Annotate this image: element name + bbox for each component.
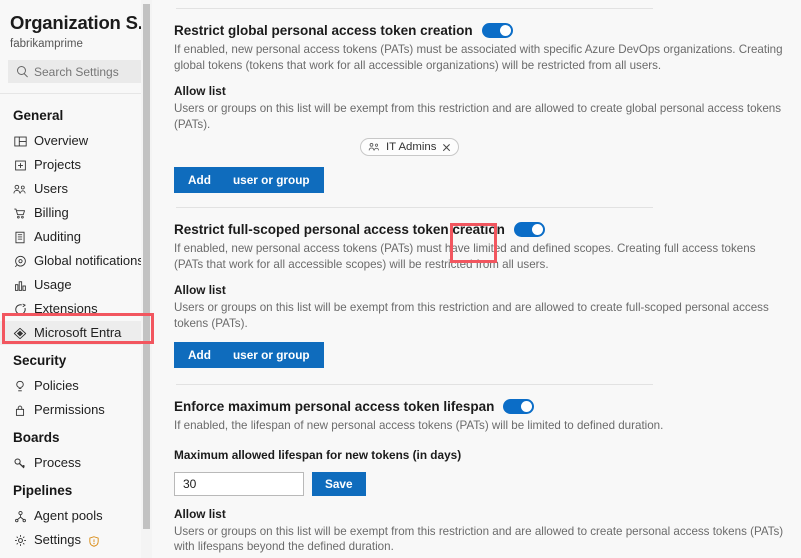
search-input[interactable]: Search Settings xyxy=(8,60,144,83)
toggle-knob xyxy=(521,401,533,412)
policies-shield-icon xyxy=(13,379,27,393)
setting-section-restrict-global-pat: Restrict global personal access token cr… xyxy=(174,9,801,193)
sidebar-header: Organization S... fabrikamprime xyxy=(0,0,152,51)
sidebar-item-settings[interactable]: Settings xyxy=(0,528,152,552)
organization-name: fabrikamprime xyxy=(10,38,83,50)
gear-icon xyxy=(13,533,27,547)
billing-cart-icon xyxy=(13,206,27,220)
group-icon xyxy=(368,142,380,152)
usage-chart-icon xyxy=(13,278,27,292)
sidebar-item-label: Users xyxy=(34,181,68,196)
add-button-secondary-label: user or group xyxy=(232,173,310,187)
warning-shield-badge xyxy=(89,535,99,547)
sidebar-item-label: Policies xyxy=(34,378,79,393)
restrict-global-pat-toggle[interactable] xyxy=(481,23,513,38)
add-button-primary-label: Add xyxy=(188,348,211,362)
close-icon[interactable] xyxy=(442,143,451,152)
main-content: Restrict global personal access token cr… xyxy=(152,0,801,558)
search-placeholder: Search Settings xyxy=(34,64,119,79)
sidebar-item-label: Microsoft Entra xyxy=(34,325,122,340)
setting-title: Restrict global personal access token cr… xyxy=(174,23,473,38)
add-user-or-group-button[interactable]: Add user or group xyxy=(174,342,324,368)
sidebar-item-usage[interactable]: Usage xyxy=(0,273,152,297)
sidebar-nav: General Overview Projects Users Billing … xyxy=(0,94,152,552)
lifespan-field-label: Maximum allowed lifespan for new tokens … xyxy=(174,447,462,462)
setting-description: If enabled, new personal access tokens (… xyxy=(174,242,756,271)
sidebar-group-pipelines: Pipelines xyxy=(13,483,73,498)
allow-list-chip[interactable]: IT Admins xyxy=(360,138,460,156)
search-icon xyxy=(17,66,28,77)
allow-list-chips: IT Admins xyxy=(174,138,801,156)
sidebar-scrollbar[interactable] xyxy=(141,0,152,558)
setting-section-restrict-full-scoped-pat: Restrict full-scoped personal access tok… xyxy=(174,208,801,368)
entra-diamond-icon xyxy=(13,326,27,340)
sidebar-item-microsoft-entra[interactable]: Microsoft Entra xyxy=(0,321,152,345)
sidebar-item-label: Usage xyxy=(34,277,72,292)
save-button[interactable]: Save xyxy=(312,471,366,496)
sidebar-item-global-notifications[interactable]: Global notifications xyxy=(0,249,152,273)
lifespan-field-row: Save xyxy=(174,471,801,496)
overview-icon xyxy=(13,134,27,148)
auditing-list-icon xyxy=(13,230,27,244)
sidebar-item-auditing[interactable]: Auditing xyxy=(0,225,152,249)
sidebar-item-label: Extensions xyxy=(34,301,98,316)
toggle-knob xyxy=(531,224,543,235)
sidebar-item-permissions[interactable]: Permissions xyxy=(0,398,152,422)
sidebar: Organization S... fabrikamprime Search S… xyxy=(0,0,152,558)
sidebar-item-label: Billing xyxy=(34,205,69,220)
setting-title: Enforce maximum personal access token li… xyxy=(174,399,495,414)
sidebar-scrollbar-thumb[interactable] xyxy=(143,4,150,529)
sidebar-item-agent-pools[interactable]: Agent pools xyxy=(0,504,152,528)
restrict-full-scoped-pat-toggle[interactable] xyxy=(513,222,545,237)
notifications-icon xyxy=(13,254,27,268)
sidebar-group-general: General xyxy=(13,108,64,123)
allow-list-title: Allow list xyxy=(174,506,226,521)
chip-label: IT Admins xyxy=(386,141,437,153)
sidebar-item-label: Settings xyxy=(34,532,81,547)
page-title: Organization S... xyxy=(10,12,152,33)
allow-list-description: Users or groups on this list will be exe… xyxy=(174,102,782,131)
setting-header: Enforce maximum personal access token li… xyxy=(174,398,801,415)
setting-header: Restrict global personal access token cr… xyxy=(174,22,801,39)
sidebar-item-billing[interactable]: Billing xyxy=(0,201,152,225)
add-user-or-group-button[interactable]: Add user or group xyxy=(174,167,324,193)
extensions-icon xyxy=(13,302,27,316)
allow-list-title: Allow list xyxy=(174,84,226,98)
agent-pools-icon xyxy=(13,509,27,523)
sidebar-item-label: Permissions xyxy=(34,402,105,417)
sidebar-group-boards: Boards xyxy=(13,430,60,445)
allow-list-description: Users or groups on this list will be exe… xyxy=(174,301,769,330)
organization-settings-window: Organization S... fabrikamprime Search S… xyxy=(0,0,801,558)
setting-section-max-pat-lifespan: Enforce maximum personal access token li… xyxy=(174,385,801,555)
toggle-knob xyxy=(499,25,511,36)
sidebar-item-label: Auditing xyxy=(34,229,81,244)
allow-list-description: Users or groups on this list will be exe… xyxy=(174,524,784,554)
setting-description: If enabled, new personal access tokens (… xyxy=(174,43,783,72)
users-icon xyxy=(13,182,27,196)
sidebar-item-label: Projects xyxy=(34,157,81,172)
sidebar-item-users[interactable]: Users xyxy=(0,177,152,201)
sidebar-item-projects[interactable]: Projects xyxy=(0,153,152,177)
add-button-primary-label: Add xyxy=(188,173,211,187)
sidebar-item-label: Agent pools xyxy=(34,508,103,523)
enforce-max-lifespan-toggle[interactable] xyxy=(503,399,535,414)
sidebar-item-label: Overview xyxy=(34,133,89,148)
sidebar-item-label: Global notifications xyxy=(34,253,144,268)
setting-header: Restrict full-scoped personal access tok… xyxy=(174,221,801,238)
sidebar-item-overview[interactable]: Overview xyxy=(0,129,152,153)
add-button-secondary-label: user or group xyxy=(232,348,310,362)
sidebar-group-security: Security xyxy=(13,353,67,368)
process-icon xyxy=(13,456,27,470)
sidebar-item-policies[interactable]: Policies xyxy=(0,374,152,398)
setting-title: Restrict full-scoped personal access tok… xyxy=(174,222,505,237)
lifespan-days-input[interactable] xyxy=(174,471,304,496)
permissions-lock-icon xyxy=(13,403,27,417)
sidebar-item-extensions[interactable]: Extensions xyxy=(0,297,152,321)
sidebar-item-label: Process xyxy=(34,455,81,470)
allow-list-title: Allow list xyxy=(174,283,226,297)
setting-description: If enabled, the lifespan of new personal… xyxy=(174,419,664,432)
sidebar-item-process[interactable]: Process xyxy=(0,451,152,475)
projects-icon xyxy=(13,158,27,172)
